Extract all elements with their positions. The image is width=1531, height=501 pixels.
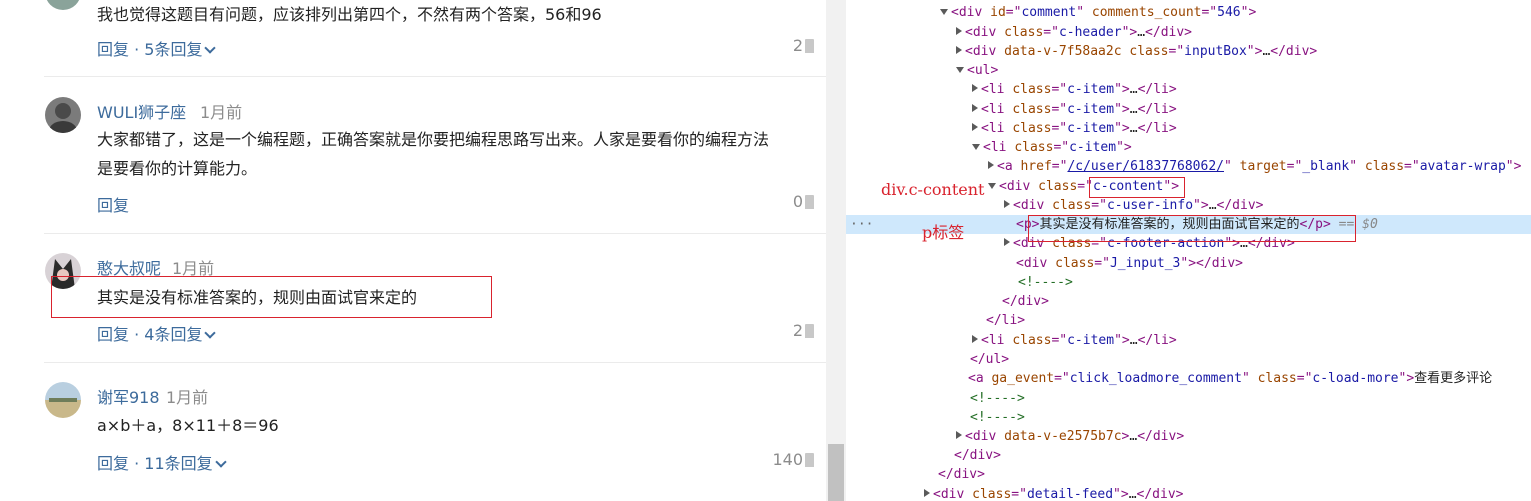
reply-button[interactable]: 回复 — [97, 192, 129, 216]
reply-button[interactable]: 回复 · 5条回复 — [97, 36, 217, 60]
like-count[interactable]: 2 — [793, 36, 814, 55]
expand-triangle-icon[interactable] — [1004, 200, 1010, 208]
expand-triangle-open-icon[interactable] — [940, 9, 948, 15]
avatar[interactable] — [45, 382, 81, 418]
reply-label: 回复 · 11条回复 — [97, 454, 213, 473]
dom-node-line[interactable]: <li class="c-item"> — [846, 138, 1531, 157]
annotation-label-div: div.c-content — [881, 180, 985, 199]
comment-feed: 我也觉得这题目有问题，应该排列出第四个，不然有两个答案，56和96 回复 · 5… — [0, 0, 826, 501]
scrollbar-track[interactable] — [826, 0, 846, 501]
comment-text-line2: 是要看你的计算能力。 — [97, 159, 258, 178]
thumb-up-icon — [805, 39, 814, 53]
avatar-image — [45, 382, 81, 418]
annotation-label-p: p标签 — [922, 223, 965, 242]
divider — [44, 362, 826, 363]
dom-node-line[interactable]: <div class="J_input_3"></div> — [846, 254, 1531, 273]
dom-node-line[interactable]: <li class="c-item">…</li> — [846, 331, 1531, 350]
divider — [44, 76, 826, 77]
annotation-box — [51, 276, 492, 318]
expand-triangle-icon[interactable] — [924, 489, 930, 497]
reply-button[interactable]: 回复 · 11条回复 — [97, 450, 227, 474]
like-count[interactable]: 140 — [772, 450, 814, 469]
username[interactable]: 谢军918 — [97, 384, 160, 408]
thumb-up-icon — [805, 453, 814, 467]
comment-text: a×b＋a，8×11＋8＝96 — [97, 416, 279, 435]
like-count-value: 2 — [792, 36, 803, 55]
dom-node-line[interactable]: <!----> — [846, 408, 1531, 427]
expand-triangle-icon[interactable] — [956, 27, 962, 35]
comment-time: 1月前 — [200, 103, 243, 122]
like-count-value: 0 — [792, 192, 803, 211]
dom-node-line[interactable]: <div data-v-7f58aa2c class="inputBox">…<… — [846, 42, 1531, 61]
more-options-icon[interactable]: ··· — [850, 215, 873, 234]
dom-node-line[interactable]: <div id="comment" comments_count="546"> — [846, 3, 1531, 22]
like-count[interactable]: 0 — [793, 192, 814, 211]
expand-triangle-icon[interactable] — [1004, 238, 1010, 246]
dom-node-line[interactable]: <div class="c-header">…</div> — [846, 23, 1531, 42]
comment-time: 1月前 — [166, 388, 209, 407]
expand-triangle-open-icon[interactable] — [972, 144, 980, 150]
dom-node-line[interactable]: </div> — [846, 292, 1531, 311]
comment-text: 我也觉得这题目有问题，应该排列出第四个，不然有两个答案，56和96 — [97, 5, 602, 24]
comment-text-line1: 大家都错了，这是一个编程题，正确答案就是你要把编程思路写出来。人家是要看你的编程… — [97, 130, 770, 149]
expand-triangle-open-icon[interactable] — [988, 183, 996, 189]
expand-triangle-icon[interactable] — [956, 431, 962, 439]
thumb-up-icon — [805, 324, 814, 338]
dom-node-line[interactable]: </div> — [846, 465, 1531, 484]
dom-node-line[interactable]: </ul> — [846, 350, 1531, 369]
annotation-box — [1028, 215, 1356, 242]
reply-label: 回复 · 5条回复 — [97, 40, 203, 59]
dom-node-line[interactable]: <li class="c-item">…</li> — [846, 100, 1531, 119]
chevron-down-icon — [204, 42, 217, 54]
dom-node-line[interactable]: <a ga_event="click_loadmore_comment" cla… — [846, 369, 1531, 388]
expand-triangle-icon[interactable] — [972, 123, 978, 131]
chevron-down-icon — [214, 456, 227, 468]
avatar[interactable] — [45, 97, 81, 133]
dom-node-line[interactable]: </li> — [846, 311, 1531, 330]
expand-triangle-icon[interactable] — [972, 84, 978, 92]
username[interactable]: WULI狮子座 — [97, 99, 186, 123]
avatar[interactable] — [45, 0, 81, 10]
dom-node-line[interactable]: <a href="/c/user/61837768062/" target="_… — [846, 157, 1531, 176]
chevron-down-icon — [204, 327, 217, 339]
like-count-value: 140 — [772, 450, 803, 469]
like-count-value: 2 — [792, 321, 803, 340]
dom-node-line[interactable]: <div class="detail-feed">…</div> — [846, 485, 1531, 501]
dom-node-line[interactable]: </div> — [846, 446, 1531, 465]
devtools-elements-panel: <div id="comment" comments_count="546"> <… — [846, 0, 1531, 501]
thumb-up-icon — [805, 195, 814, 209]
dom-node-line[interactable]: <li class="c-item">…</li> — [846, 80, 1531, 99]
scrollbar-thumb[interactable] — [828, 444, 844, 501]
reply-button[interactable]: 回复 · 4条回复 — [97, 321, 217, 345]
expand-triangle-open-icon[interactable] — [956, 67, 964, 73]
dom-node-line[interactable]: <div data-v-e2575b7c>…</div> — [846, 427, 1531, 446]
expand-triangle-icon[interactable] — [956, 46, 962, 54]
dom-node-line[interactable]: <ul> — [846, 61, 1531, 80]
dom-node-line[interactable]: <li class="c-item">…</li> — [846, 119, 1531, 138]
dom-node-line[interactable]: <!----> — [846, 273, 1531, 292]
like-count[interactable]: 2 — [793, 321, 814, 340]
avatar-image — [45, 97, 81, 133]
divider — [44, 233, 826, 234]
expand-triangle-icon[interactable] — [972, 104, 978, 112]
expand-triangle-icon[interactable] — [972, 335, 978, 343]
annotation-box — [1089, 177, 1185, 198]
expand-triangle-icon[interactable] — [988, 161, 994, 169]
reply-label: 回复 · 4条回复 — [97, 325, 203, 344]
dom-node-line[interactable]: <!----> — [846, 389, 1531, 408]
